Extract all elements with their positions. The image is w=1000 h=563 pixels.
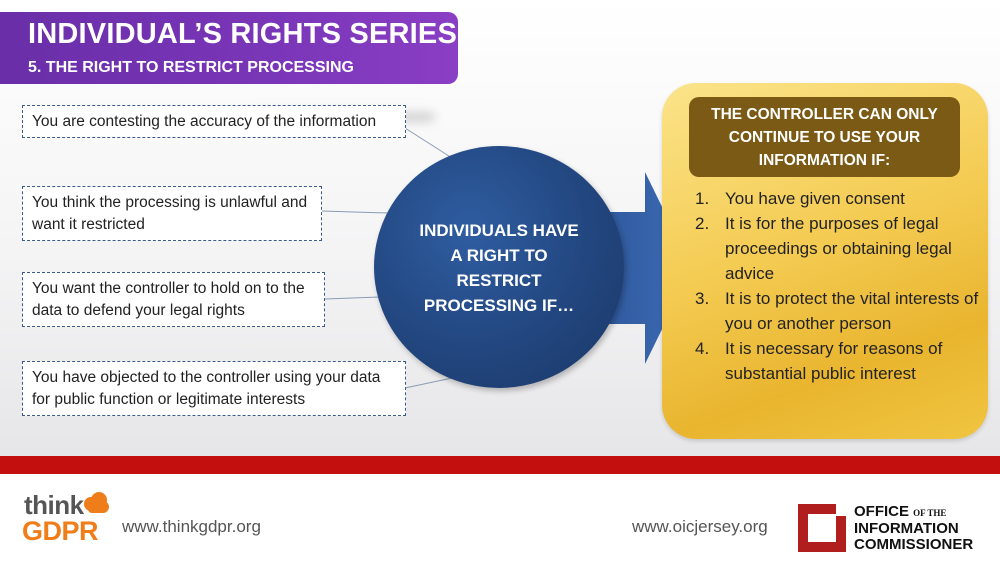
list-number: 3. — [695, 289, 710, 308]
list-item: 3. It is to protect the vital interests … — [692, 286, 980, 336]
list-text: You have given consent — [725, 189, 905, 208]
oic-line-office: OFFICE — [854, 503, 909, 520]
list-number: 1. — [695, 189, 710, 208]
list-item: 4. It is necessary for reasons of substa… — [692, 336, 980, 386]
oic-logo-text: OFFICE OF THE INFORMATION COMMISSIONER — [854, 504, 973, 553]
oic-line-information: INFORMATION — [854, 520, 959, 537]
thinkgdpr-logo: think GDPR — [20, 490, 112, 548]
center-circle: INDIVIDUALS HAVE A RIGHT TO RESTRICT PRO… — [374, 146, 624, 388]
oicjersey-url[interactable]: www.oicjersey.org — [632, 517, 768, 537]
oic-logo-mark — [798, 504, 846, 552]
oic-line-of-the: OF THE — [913, 508, 947, 518]
cloud-icon — [84, 492, 109, 513]
list-text: It is to protect the vital interests of … — [725, 289, 979, 333]
oic-line-commissioner: COMMISSIONER — [854, 536, 974, 553]
controller-list: 1. You have given consent 2. It is for t… — [692, 186, 980, 386]
list-item: 1. You have given consent — [692, 186, 980, 211]
list-item: 2. It is for the purposes of legal proce… — [692, 211, 980, 286]
center-circle-text: INDIVIDUALS HAVE A RIGHT TO RESTRICT PRO… — [419, 221, 579, 315]
list-text: It is for the purposes of legal proceedi… — [725, 214, 952, 283]
logo-gdpr-text: GDPR — [22, 516, 99, 546]
thinkgdpr-url[interactable]: www.thinkgdpr.org — [122, 517, 261, 537]
list-number: 2. — [695, 214, 710, 233]
list-text: It is necessary for reasons of substanti… — [725, 339, 943, 383]
controller-heading: THE CONTROLLER CAN ONLY CONTINUE TO USE … — [689, 97, 960, 177]
footer-divider-bar — [0, 456, 1000, 474]
controller-panel: THE CONTROLLER CAN ONLY CONTINUE TO USE … — [662, 83, 988, 439]
list-number: 4. — [695, 339, 710, 358]
